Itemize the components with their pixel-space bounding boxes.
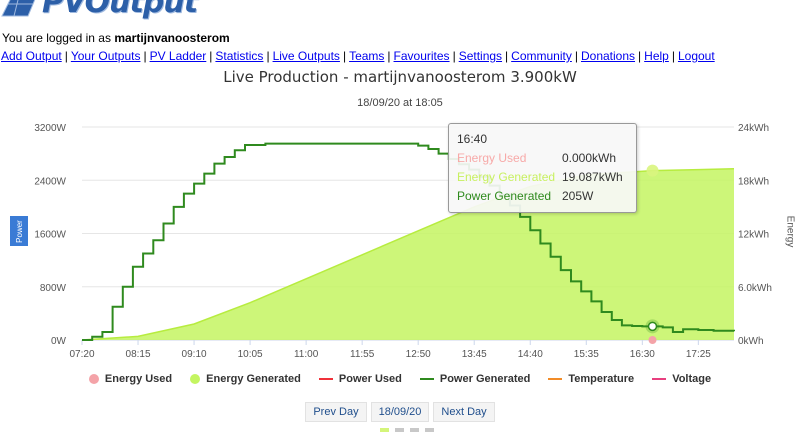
solar-panel-icon xyxy=(1,0,36,17)
chart-tooltip: 16:40 Energy Used 0.000kWh Energy Genera… xyxy=(448,123,637,213)
tooltip-value: 205W xyxy=(562,189,594,203)
y-left-tick-label: 3200W xyxy=(34,123,66,134)
tooltip-row-power-generated: Power Generated 205W xyxy=(457,189,632,203)
legend-dot-icon xyxy=(190,374,201,384)
nav-separator: | xyxy=(671,49,675,63)
legend-item-power-generated[interactable]: Power Generated xyxy=(419,373,531,385)
tooltip-label: Energy Generated xyxy=(457,170,556,184)
nav-link-live-outputs[interactable]: Live Outputs xyxy=(273,49,340,63)
y-right-tick-label: 0kWh xyxy=(738,336,764,347)
legend-line-icon xyxy=(419,378,434,380)
tooltip-label: Energy Used xyxy=(457,151,527,165)
main-navigation: Add Output | Your Outputs | PV Ladder | Statis… xyxy=(1,49,715,63)
nav-link-teams[interactable]: Teams xyxy=(349,49,384,63)
y-right-tick-label: 18kWh xyxy=(738,176,769,187)
nav-separator: | xyxy=(64,49,68,63)
tooltip-row-energy-generated: Energy Generated 19.087kWh xyxy=(457,170,632,184)
tooltip-time: 16:40 xyxy=(457,132,488,146)
power-hover-marker xyxy=(647,321,658,332)
legend-item-power-used[interactable]: Power Used xyxy=(318,373,402,385)
nav-separator: | xyxy=(505,49,509,63)
legend-label: Temperature xyxy=(568,373,635,385)
nav-separator: | xyxy=(387,49,391,63)
legend-label: Energy Used xyxy=(104,373,173,385)
x-tick-label: 13:45 xyxy=(462,349,487,360)
nav-link-statistics[interactable]: Statistics xyxy=(215,49,263,63)
x-tick-label: 08:15 xyxy=(126,349,151,360)
nav-link-help[interactable]: Help xyxy=(644,49,669,63)
nav-link-your-outputs[interactable]: Your Outputs xyxy=(71,49,141,63)
nav-link-settings[interactable]: Settings xyxy=(459,49,502,63)
nav-link-community[interactable]: Community xyxy=(511,49,572,63)
legend-dot-icon xyxy=(88,374,99,384)
y-left-tick-label: 800W xyxy=(40,283,67,294)
y-left-tick-label: 0W xyxy=(51,336,67,347)
nav-link-favourites[interactable]: Favourites xyxy=(394,49,450,63)
x-tick-label: 11:55 xyxy=(350,349,375,360)
energy-hover-marker xyxy=(646,164,659,177)
chart-legend: Energy Used Energy Generated Power Used Pow… xyxy=(0,373,800,385)
chart-subtitle: 18/09/20 at 18:05 xyxy=(357,97,443,109)
energy-used-marker xyxy=(648,336,657,344)
day-navigation: Prev Day 18/09/20 Next Day xyxy=(0,402,800,422)
nav-separator: | xyxy=(574,49,578,63)
legend-label: Energy Generated xyxy=(206,373,301,385)
date-button[interactable]: 18/09/20 xyxy=(370,402,430,422)
legend-label: Power Used xyxy=(338,373,402,385)
y-left-tick-label: 1600W xyxy=(34,230,66,241)
login-username: martijnvanoosterom xyxy=(114,31,230,45)
nav-separator: | xyxy=(452,49,456,63)
legend-item-energy-used[interactable]: Energy Used xyxy=(88,373,173,385)
nav-separator: | xyxy=(143,49,147,63)
y-right-tick-label: 24kWh xyxy=(738,123,769,134)
live-production-chart[interactable]: 0W 800W 1600W 2400W 3200W 0kWh 6.0kWh 12kWh 18kW… xyxy=(0,110,800,372)
nav-link-add-output[interactable]: Add Output xyxy=(1,49,62,63)
y-right-tick-label: 6.0kWh xyxy=(738,283,772,294)
legend-line-icon xyxy=(652,378,667,380)
pager-dot[interactable] xyxy=(380,428,389,432)
y-right-tick-label: 12kWh xyxy=(738,230,769,241)
tooltip-row-energy-used: Energy Used 0.000kWh xyxy=(457,151,632,165)
x-tick-label: 15:35 xyxy=(574,349,599,360)
x-tick-label: 07:20 xyxy=(69,349,94,360)
chart-pager xyxy=(380,428,440,432)
legend-item-voltage[interactable]: Voltage xyxy=(652,373,711,385)
x-tick-label: 16:30 xyxy=(630,349,655,360)
nav-link-donations[interactable]: Donations xyxy=(581,49,635,63)
pvoutput-logo[interactable]: PVOutput xyxy=(0,0,198,20)
x-tick-label: 11:00 xyxy=(294,349,319,360)
y-left-tick-label: 2400W xyxy=(34,176,66,187)
x-tick-label: 12:50 xyxy=(406,349,431,360)
brand-name: PVOutput xyxy=(42,0,198,20)
legend-label: Voltage xyxy=(672,373,712,385)
x-tick-label: 09:10 xyxy=(182,349,207,360)
prev-day-button[interactable]: Prev Day xyxy=(305,402,367,422)
pager-dot[interactable] xyxy=(410,428,419,432)
login-status: You are logged in as martijnvanoosterom xyxy=(2,31,230,45)
login-prefix: You are logged in as xyxy=(2,31,111,45)
pager-dot[interactable] xyxy=(395,428,404,432)
chart-title: Live Production - martijnvanoosterom 3.9… xyxy=(223,68,577,86)
x-tick-label: 14:40 xyxy=(518,349,543,360)
tooltip-value: 0.000kWh xyxy=(562,151,617,165)
nav-link-pv-ladder[interactable]: PV Ladder xyxy=(150,49,207,63)
tooltip-value: 19.087kWh xyxy=(562,170,623,184)
legend-item-energy-generated[interactable]: Energy Generated xyxy=(190,373,301,385)
legend-label: Power Generated xyxy=(439,373,531,385)
nav-separator: | xyxy=(638,49,642,63)
next-day-button[interactable]: Next Day xyxy=(433,402,495,422)
tooltip-label: Power Generated xyxy=(457,189,552,203)
pager-dot[interactable] xyxy=(425,428,434,432)
x-tick-label: 17:25 xyxy=(686,349,711,360)
legend-line-icon xyxy=(548,378,563,380)
nav-separator: | xyxy=(342,49,347,63)
nav-separator: | xyxy=(266,49,270,63)
legend-line-icon xyxy=(318,378,333,380)
x-tick-label: 10:05 xyxy=(238,349,263,360)
legend-item-temperature[interactable]: Temperature xyxy=(548,373,634,385)
nav-link-logout[interactable]: Logout xyxy=(678,49,715,63)
